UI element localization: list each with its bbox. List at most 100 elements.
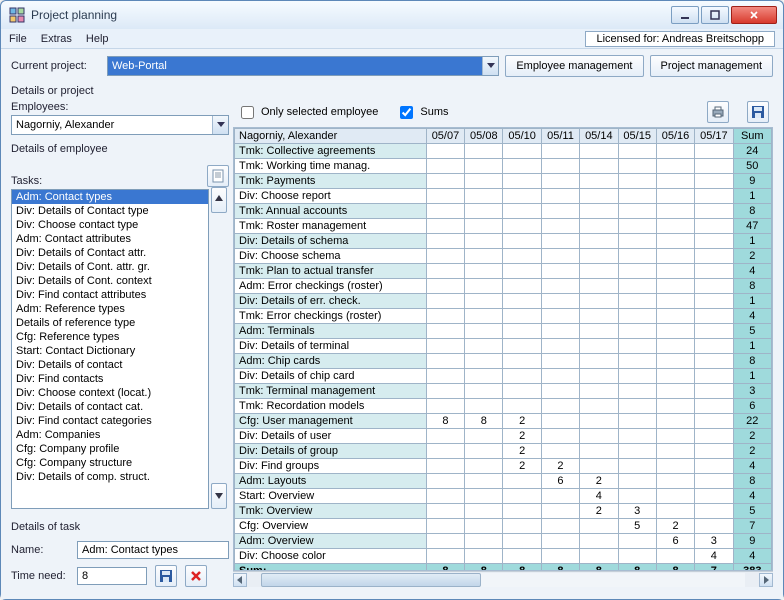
grid-row[interactable]: Div: Details of chip card1 xyxy=(235,369,772,384)
grid-cell[interactable] xyxy=(465,474,503,489)
grid-cell[interactable] xyxy=(426,519,464,534)
grid-cell[interactable] xyxy=(541,534,579,549)
task-item[interactable]: Start: Contact Dictionary xyxy=(12,344,208,358)
grid-cell[interactable]: 6 xyxy=(541,474,579,489)
grid-cell[interactable] xyxy=(656,309,694,324)
horizontal-scrollbar[interactable] xyxy=(233,571,773,587)
grid-row[interactable]: Div: Find groups224 xyxy=(235,459,772,474)
grid-row[interactable]: Tmk: Payments9 xyxy=(235,174,772,189)
grid-cell[interactable] xyxy=(541,219,579,234)
grid-cell[interactable] xyxy=(656,189,694,204)
grid-cell[interactable] xyxy=(541,204,579,219)
grid-cell[interactable] xyxy=(541,174,579,189)
grid-cell[interactable] xyxy=(465,294,503,309)
grid-cell[interactable] xyxy=(426,174,464,189)
grid-cell[interactable] xyxy=(695,504,733,519)
grid-cell[interactable] xyxy=(503,369,541,384)
task-item[interactable]: Div: Find contacts xyxy=(12,372,208,386)
task-item[interactable]: Div: Find contact attributes xyxy=(12,288,208,302)
grid-cell[interactable] xyxy=(695,414,733,429)
grid-cell[interactable] xyxy=(465,399,503,414)
only-selected-input[interactable] xyxy=(241,106,254,119)
grid-cell[interactable] xyxy=(541,444,579,459)
grid-cell[interactable]: 5 xyxy=(618,519,656,534)
grid-cell[interactable] xyxy=(426,339,464,354)
grid-row[interactable]: Div: Details of terminal1 xyxy=(235,339,772,354)
grid-cell[interactable] xyxy=(465,309,503,324)
grid-cell[interactable] xyxy=(656,444,694,459)
grid-cell[interactable] xyxy=(503,549,541,564)
grid-row[interactable]: Tmk: Recordation models6 xyxy=(235,399,772,414)
grid-row[interactable]: Div: Choose report1 xyxy=(235,189,772,204)
grid-cell[interactable] xyxy=(426,444,464,459)
grid-cell[interactable] xyxy=(580,444,618,459)
grid-cell[interactable] xyxy=(695,474,733,489)
save-task-button[interactable] xyxy=(155,565,177,587)
grid-cell[interactable] xyxy=(503,204,541,219)
grid-cell[interactable] xyxy=(503,504,541,519)
grid-cell[interactable] xyxy=(656,399,694,414)
grid-cell[interactable] xyxy=(541,519,579,534)
task-name-input[interactable] xyxy=(77,541,229,559)
grid-cell[interactable] xyxy=(580,219,618,234)
grid-cell[interactable] xyxy=(618,369,656,384)
grid-cell[interactable] xyxy=(465,384,503,399)
grid-cell[interactable] xyxy=(618,264,656,279)
grid-cell[interactable] xyxy=(503,219,541,234)
grid-cell[interactable] xyxy=(618,339,656,354)
grid-cell[interactable] xyxy=(503,324,541,339)
grid-cell[interactable] xyxy=(580,294,618,309)
grid-cell[interactable] xyxy=(465,159,503,174)
grid-row[interactable]: Start: Overview44 xyxy=(235,489,772,504)
grid-cell[interactable] xyxy=(695,294,733,309)
grid-cell[interactable] xyxy=(503,339,541,354)
minimize-button[interactable] xyxy=(671,6,699,24)
task-item[interactable]: Div: Choose contact type xyxy=(12,218,208,232)
grid-cell[interactable] xyxy=(695,219,733,234)
grid-cell[interactable]: 3 xyxy=(618,504,656,519)
sums-checkbox[interactable]: Sums xyxy=(396,103,448,122)
grid-cell[interactable] xyxy=(426,429,464,444)
scroll-left-button[interactable] xyxy=(233,573,247,587)
grid-cell[interactable] xyxy=(695,399,733,414)
grid-cell[interactable] xyxy=(503,384,541,399)
grid-cell[interactable] xyxy=(426,279,464,294)
grid-cell[interactable]: 4 xyxy=(695,549,733,564)
task-item[interactable]: Div: Choose context (locat.) xyxy=(12,386,208,400)
grid-row[interactable]: Div: Details of group22 xyxy=(235,444,772,459)
grid-cell[interactable] xyxy=(618,534,656,549)
grid-cell[interactable] xyxy=(541,249,579,264)
delete-task-button[interactable] xyxy=(185,565,207,587)
grid-cell[interactable] xyxy=(656,279,694,294)
grid-cell[interactable] xyxy=(465,279,503,294)
grid-cell[interactable] xyxy=(465,504,503,519)
grid-cell[interactable] xyxy=(465,459,503,474)
grid-cell[interactable] xyxy=(695,339,733,354)
task-item[interactable]: Div: Details of contact xyxy=(12,358,208,372)
move-down-button[interactable] xyxy=(211,483,227,509)
save-grid-button[interactable] xyxy=(747,101,769,123)
grid-cell[interactable] xyxy=(465,204,503,219)
grid-cell[interactable] xyxy=(426,189,464,204)
grid-cell[interactable] xyxy=(426,309,464,324)
grid-cell[interactable] xyxy=(656,474,694,489)
grid-cell[interactable] xyxy=(618,309,656,324)
grid-cell[interactable] xyxy=(695,174,733,189)
grid-cell[interactable] xyxy=(426,204,464,219)
time-need-input[interactable] xyxy=(77,567,147,585)
grid-cell[interactable] xyxy=(503,489,541,504)
grid-cell[interactable] xyxy=(580,399,618,414)
grid-cell[interactable] xyxy=(580,354,618,369)
project-management-button[interactable]: Project management xyxy=(650,55,774,77)
grid-cell[interactable] xyxy=(695,519,733,534)
task-item[interactable]: Div: Details of Cont. attr. gr. xyxy=(12,260,208,274)
grid-cell[interactable] xyxy=(695,384,733,399)
grid-cell[interactable] xyxy=(618,174,656,189)
grid-cell[interactable] xyxy=(541,159,579,174)
task-item[interactable]: Adm: Contact types xyxy=(12,190,208,204)
grid-cell[interactable] xyxy=(426,549,464,564)
grid-cell[interactable] xyxy=(465,339,503,354)
grid-cell[interactable] xyxy=(618,414,656,429)
grid-cell[interactable] xyxy=(541,399,579,414)
grid-cell[interactable] xyxy=(426,159,464,174)
